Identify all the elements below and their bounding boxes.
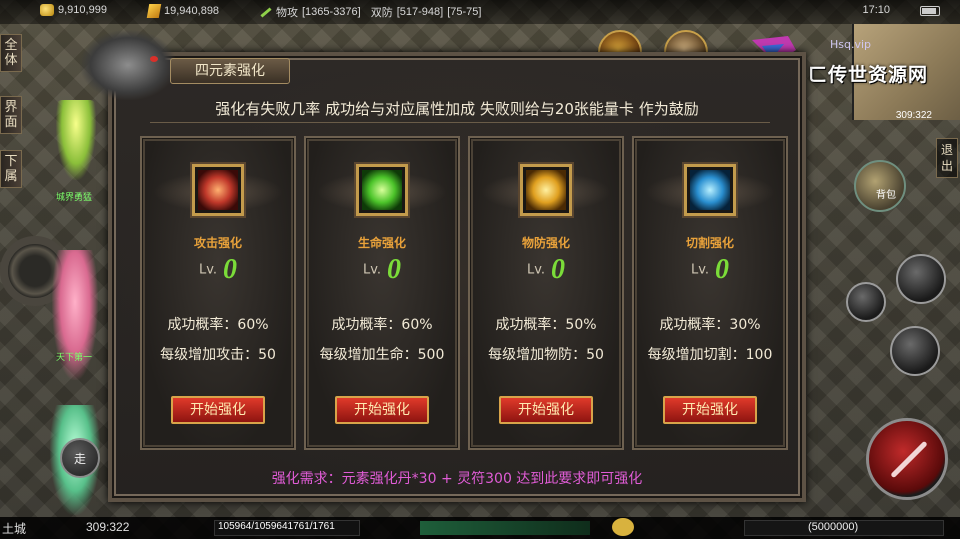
level-label: Lv. — [526, 262, 546, 278]
enhance-card-life: 生命强化 Lv. 0 成功概率：60% 每级增加生命：500 开始强化 — [304, 136, 460, 450]
exit-button[interactable]: 退 出 — [936, 138, 958, 178]
defense-element-icon — [520, 164, 572, 216]
success-rate: 成功概率：30% — [659, 317, 761, 333]
hp-mp-text: 105964/1059641761/1761 — [218, 521, 335, 532]
level-bonus: 每级增加攻击：50 — [160, 347, 276, 363]
yuanbao-display: 19,940,898 — [146, 4, 220, 18]
level-bonus: 每级增加物防：50 — [488, 347, 604, 363]
divider — [150, 122, 770, 123]
attack-element-icon — [192, 164, 244, 216]
enhance-card-attack: 攻击强化 Lv. 0 成功概率：60% 每级增加攻击：50 开始强化 — [140, 136, 296, 450]
tab-all-char2: 体 — [4, 53, 18, 68]
level-value: 0 — [387, 254, 402, 285]
skill-slot-2[interactable] — [890, 326, 940, 376]
exit-label-char2: 出 — [940, 159, 953, 173]
tab-interface-char1: 界 — [4, 100, 18, 115]
totem-pink-label: 天下第一 — [56, 353, 93, 363]
hp-text: 105964/105964 — [218, 521, 288, 532]
bag-label: 背包 — [876, 190, 896, 201]
panel-title: 四元素强化 — [170, 58, 290, 84]
skill-slot-1[interactable] — [896, 254, 946, 304]
totem-green-label: 城界勇猛 — [56, 193, 93, 203]
attack-value: [1365-3376] — [302, 6, 361, 18]
start-enhance-button[interactable]: 开始强化 — [499, 396, 593, 424]
bottom-status-bar: 土城 309:322 105964/1059641761/1761 (50000… — [0, 517, 960, 539]
watermark-small-text: Hsq.vip — [830, 38, 872, 51]
card-level: Lv. 0 — [470, 254, 622, 286]
start-enhance-button[interactable]: 开始强化 — [171, 396, 265, 424]
attack-skill-button[interactable] — [866, 418, 948, 500]
success-rate: 成功概率：60% — [167, 317, 269, 333]
totem-green[interactable] — [56, 100, 96, 180]
dragon-ornament-icon — [80, 30, 176, 100]
card-name: 切割强化 — [685, 236, 734, 250]
gold-amount: 9,910,999 — [58, 4, 107, 16]
level-value: 0 — [715, 254, 730, 285]
walk-button[interactable]: 走 — [60, 438, 100, 478]
attack-label: 物攻 — [276, 7, 298, 19]
level-value: 0 — [223, 254, 238, 285]
chat-bubble-icon[interactable] — [612, 518, 634, 536]
card-name: 物防强化 — [521, 236, 570, 250]
chat-bar[interactable] — [420, 521, 590, 535]
life-element-icon — [356, 164, 408, 216]
success-rate: 成功概率：50% — [495, 317, 597, 333]
top-status-bar: 9,910,999 19,940,898 物攻 [1365-3376] 双防 [… — [0, 0, 960, 24]
tab-subordinate-char1: 下 — [4, 154, 18, 169]
gold-icon — [40, 4, 54, 16]
success-rate: 成功概率：60% — [331, 317, 433, 333]
tab-interface[interactable]: 界 面 — [0, 96, 22, 134]
tab-subordinate-char2: 属 — [4, 169, 18, 184]
start-enhance-button[interactable]: 开始强化 — [335, 396, 429, 424]
cutting-element-icon — [684, 164, 736, 216]
map-name: 土城 — [2, 522, 27, 536]
level-bonus: 每级增加生命：500 — [319, 347, 445, 363]
card-level: Lv. 0 — [634, 254, 786, 286]
tab-subordinate[interactable]: 下 属 — [0, 150, 22, 188]
tab-all[interactable]: 全 体 — [0, 34, 22, 72]
attack-icon — [258, 5, 272, 19]
requirement-text: 强化需求：元素强化丹*30 + 灵符300 达到此要求即可强化 — [271, 471, 643, 487]
card-level: Lv. 0 — [142, 254, 294, 286]
card-name: 生命强化 — [357, 236, 406, 250]
tab-all-char1: 全 — [4, 38, 18, 53]
clock: 17:10 — [862, 4, 890, 16]
enhance-card-physical-defense: 物防强化 Lv. 0 成功概率：50% 每级增加物防：50 开始强化 — [468, 136, 624, 450]
mp-text: 1761/1761 — [287, 521, 335, 532]
exit-label-char1: 退 — [940, 143, 953, 157]
battery-icon — [920, 6, 940, 16]
defense-value: [517-948] — [396, 6, 444, 18]
tab-interface-char2: 面 — [4, 115, 18, 130]
yuanbao-amount: 19,940,898 — [164, 5, 220, 17]
extra-stat-value: [75-75] — [447, 6, 482, 18]
level-label: Lv. — [198, 262, 218, 278]
skill-slot-3[interactable] — [846, 282, 886, 322]
player-coords: 309:322 — [86, 520, 130, 534]
card-level: Lv. 0 — [306, 254, 458, 286]
enhance-card-cutting: 切割强化 Lv. 0 成功概率：30% 每级增加切割：100 开始强化 — [632, 136, 788, 450]
yuanbao-icon — [146, 4, 162, 18]
start-enhance-button[interactable]: 开始强化 — [663, 396, 757, 424]
minimap-coords: 309:322 — [895, 110, 932, 121]
level-label: Lv. — [362, 262, 382, 278]
watermark-text: ㄈ传世资源网 — [808, 64, 929, 86]
exp-text: (5000000) — [808, 521, 859, 533]
attack-stat: 物攻 [1365-3376] 双防 [517-948] [75-75] — [258, 4, 481, 20]
level-label: Lv. — [690, 262, 710, 278]
dragon-eye-icon — [150, 56, 158, 62]
level-value: 0 — [551, 254, 566, 285]
level-bonus: 每级增加切割：100 — [647, 347, 773, 363]
card-name: 攻击强化 — [193, 236, 242, 250]
panel-intro-text: 强化有失败几率 成功给与对应属性加成 失败则给与20张能量卡 作为鼓励 — [215, 100, 699, 118]
gold-display: 9,910,999 — [40, 4, 107, 16]
defense-label: 双防 — [370, 7, 393, 19]
